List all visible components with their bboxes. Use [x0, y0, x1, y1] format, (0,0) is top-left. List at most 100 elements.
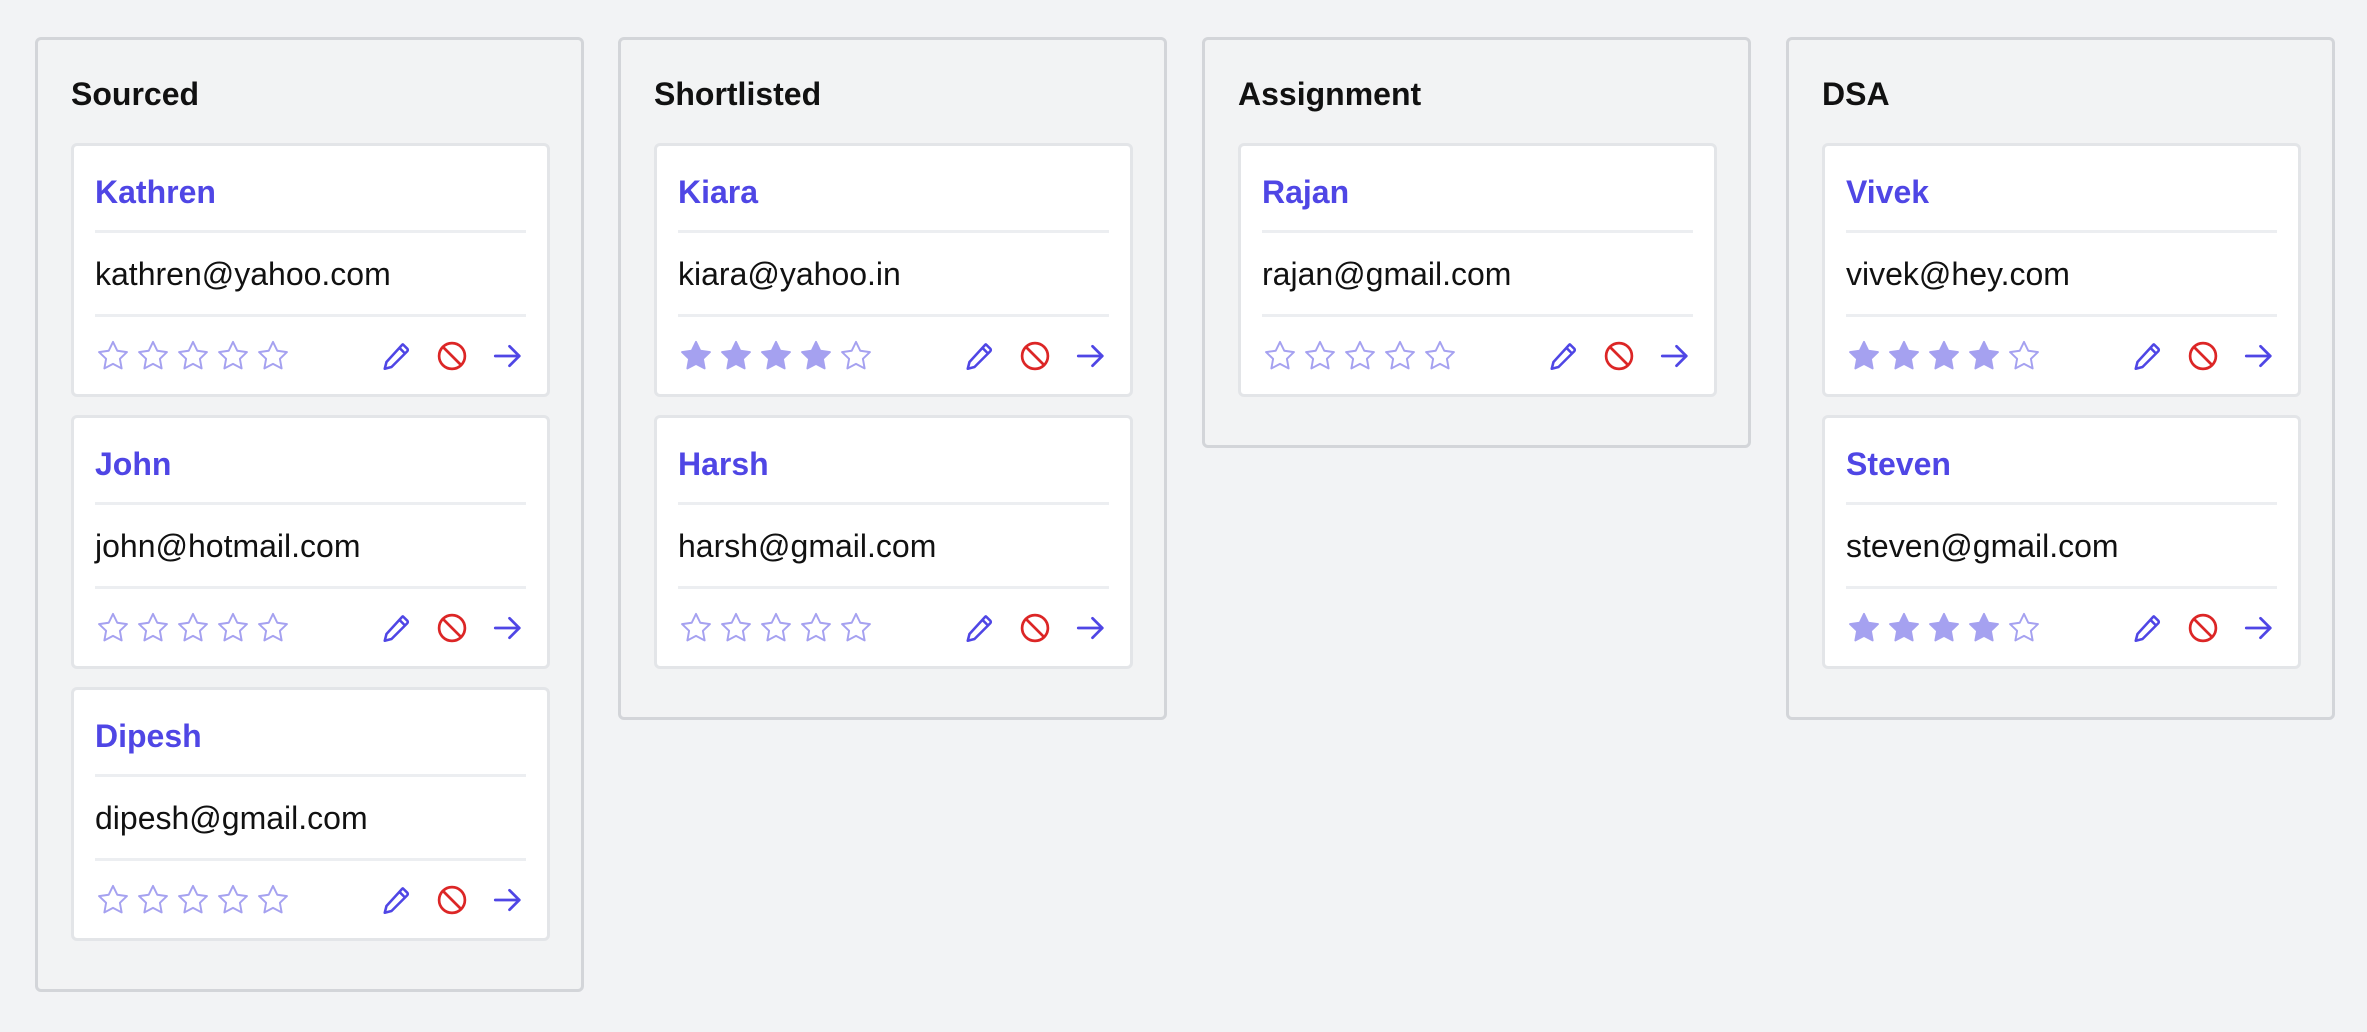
star-rating[interactable] — [678, 335, 874, 377]
candidate-name[interactable]: Harsh — [678, 448, 769, 480]
pencil-icon[interactable] — [2129, 338, 2165, 374]
divider — [95, 586, 526, 589]
star-icon[interactable] — [718, 610, 754, 646]
candidate-name[interactable]: John — [95, 448, 171, 480]
star-icon[interactable] — [1926, 610, 1962, 646]
candidate-card[interactable]: Kiara kiara@yahoo.in — [654, 143, 1133, 397]
star-icon[interactable] — [678, 338, 714, 374]
star-icon[interactable] — [175, 338, 211, 374]
star-icon[interactable] — [255, 610, 291, 646]
candidate-name[interactable]: Rajan — [1262, 176, 1349, 208]
star-icon[interactable] — [135, 338, 171, 374]
star-icon[interactable] — [1966, 610, 2002, 646]
star-icon[interactable] — [135, 610, 171, 646]
star-icon[interactable] — [758, 610, 794, 646]
star-icon[interactable] — [1926, 338, 1962, 374]
pencil-icon[interactable] — [378, 882, 414, 918]
star-icon[interactable] — [1846, 610, 1882, 646]
star-icon[interactable] — [215, 610, 251, 646]
candidate-card[interactable]: Harsh harsh@gmail.com — [654, 415, 1133, 669]
card-actions — [961, 607, 1109, 649]
star-icon[interactable] — [1422, 338, 1458, 374]
column-title: Shortlisted — [654, 76, 822, 112]
pencil-icon[interactable] — [378, 338, 414, 374]
star-icon[interactable] — [1886, 610, 1922, 646]
star-icon[interactable] — [718, 338, 754, 374]
star-icon[interactable] — [1262, 338, 1298, 374]
star-rating[interactable] — [1262, 335, 1458, 377]
ban-icon[interactable] — [1017, 338, 1053, 374]
candidate-card[interactable]: Kathren kathren@yahoo.com — [71, 143, 550, 397]
star-icon[interactable] — [95, 610, 131, 646]
star-icon[interactable] — [95, 338, 131, 374]
star-icon[interactable] — [215, 882, 251, 918]
star-rating[interactable] — [1846, 335, 2042, 377]
arrow-right-icon[interactable] — [490, 610, 526, 646]
candidate-email: steven@gmail.com — [1846, 528, 2119, 564]
arrow-right-icon[interactable] — [1073, 338, 1109, 374]
star-icon[interactable] — [175, 882, 211, 918]
candidate-name[interactable]: Vivek — [1846, 176, 1929, 208]
card-actions — [378, 607, 526, 649]
card-actions — [378, 879, 526, 921]
candidate-email: kiara@yahoo.in — [678, 256, 901, 292]
ban-icon[interactable] — [434, 610, 470, 646]
star-icon[interactable] — [1302, 338, 1338, 374]
ban-icon[interactable] — [2185, 610, 2221, 646]
star-rating[interactable] — [1846, 607, 2042, 649]
divider — [95, 774, 526, 777]
pencil-icon[interactable] — [378, 610, 414, 646]
star-icon[interactable] — [255, 338, 291, 374]
star-icon[interactable] — [1382, 338, 1418, 374]
arrow-right-icon[interactable] — [1073, 610, 1109, 646]
candidate-name[interactable]: Dipesh — [95, 720, 202, 752]
arrow-right-icon[interactable] — [2241, 610, 2277, 646]
candidate-name[interactable]: Steven — [1846, 448, 1951, 480]
pencil-icon[interactable] — [961, 338, 997, 374]
candidate-name[interactable]: Kiara — [678, 176, 758, 208]
arrow-right-icon[interactable] — [490, 338, 526, 374]
star-icon[interactable] — [255, 882, 291, 918]
pencil-icon[interactable] — [2129, 610, 2165, 646]
star-icon[interactable] — [758, 338, 794, 374]
star-icon[interactable] — [135, 882, 171, 918]
ban-icon[interactable] — [434, 338, 470, 374]
ban-icon[interactable] — [2185, 338, 2221, 374]
divider — [678, 586, 1109, 589]
star-icon[interactable] — [1886, 338, 1922, 374]
star-icon[interactable] — [2006, 610, 2042, 646]
candidate-card[interactable]: John john@hotmail.com — [71, 415, 550, 669]
star-icon[interactable] — [1846, 338, 1882, 374]
candidate-card[interactable]: Rajan rajan@gmail.com — [1238, 143, 1717, 397]
star-icon[interactable] — [2006, 338, 2042, 374]
pencil-icon[interactable] — [961, 610, 997, 646]
column-title: Assignment — [1238, 76, 1422, 112]
candidate-card[interactable]: Steven steven@gmail.com — [1822, 415, 2301, 669]
pencil-icon[interactable] — [1545, 338, 1581, 374]
arrow-right-icon[interactable] — [490, 882, 526, 918]
star-rating[interactable] — [678, 607, 874, 649]
star-icon[interactable] — [798, 338, 834, 374]
ban-icon[interactable] — [434, 882, 470, 918]
star-icon[interactable] — [838, 610, 874, 646]
star-icon[interactable] — [678, 610, 714, 646]
star-icon[interactable] — [1966, 338, 2002, 374]
candidate-name[interactable]: Kathren — [95, 176, 216, 208]
candidate-card[interactable]: Vivek vivek@hey.com — [1822, 143, 2301, 397]
star-icon[interactable] — [215, 338, 251, 374]
star-rating[interactable] — [95, 879, 291, 921]
star-icon[interactable] — [175, 610, 211, 646]
star-rating[interactable] — [95, 607, 291, 649]
ban-icon[interactable] — [1601, 338, 1637, 374]
kanban-board: Sourced Kathren kathren@yahoo.com John joh… — [0, 0, 2367, 1032]
star-rating[interactable] — [95, 335, 291, 377]
candidate-card[interactable]: Dipesh dipesh@gmail.com — [71, 687, 550, 941]
star-icon[interactable] — [95, 882, 131, 918]
star-icon[interactable] — [838, 338, 874, 374]
ban-icon[interactable] — [1017, 610, 1053, 646]
arrow-right-icon[interactable] — [1657, 338, 1693, 374]
candidate-email: dipesh@gmail.com — [95, 800, 368, 836]
star-icon[interactable] — [1342, 338, 1378, 374]
star-icon[interactable] — [798, 610, 834, 646]
arrow-right-icon[interactable] — [2241, 338, 2277, 374]
